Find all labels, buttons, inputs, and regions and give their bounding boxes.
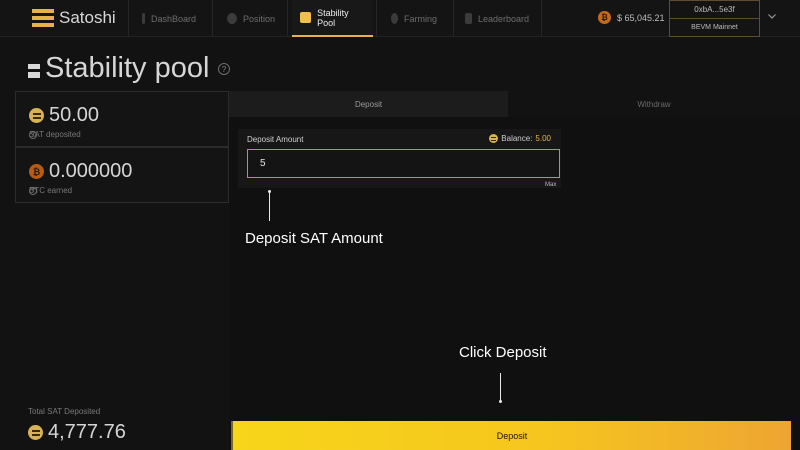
sat-coin-icon — [489, 134, 499, 143]
sat-deposited-card: 50.00 SAT deposited ? — [15, 91, 229, 147]
nav-stability-pool[interactable]: Stability Pool — [292, 0, 373, 37]
total-sat-deposited-label: Total SAT Deposited — [28, 407, 101, 416]
max-button[interactable]: Max — [545, 182, 556, 188]
nav-divider — [541, 0, 542, 37]
nav-divider — [376, 0, 377, 37]
stability-pool-panel: Deposit Withdraw Deposit Amount Balance:… — [229, 91, 800, 450]
balance-display: Balance: 5.00 — [489, 134, 551, 143]
help-icon[interactable]: ? — [218, 63, 230, 75]
nav-dashboard[interactable]: DashBoard — [134, 0, 204, 37]
nav-divider — [128, 0, 129, 37]
stability-pool-title-icon — [28, 64, 40, 78]
btc-price-value: $ 65,045.21 — [617, 12, 665, 23]
deposit-amount-label: Deposit Amount — [247, 135, 304, 144]
wallet-button[interactable]: 0xbA...5e3f BEVM Mainnet — [669, 0, 760, 37]
position-icon — [227, 13, 237, 24]
sat-coin-icon — [28, 425, 43, 440]
nav-farming[interactable]: Farming — [383, 0, 445, 37]
wallet-address[interactable]: 0xbA...5e3f — [670, 1, 759, 19]
btc-price-display: ₿ $ 65,045.21 — [598, 11, 665, 24]
btc-earned-label-row: BTC earned ? — [29, 186, 72, 195]
help-icon[interactable]: ? — [29, 130, 37, 139]
annotation-line — [500, 373, 501, 401]
sat-coin-icon — [29, 108, 44, 123]
annotation-click-deposit: Click Deposit — [459, 344, 547, 361]
balance-label: Balance: — [501, 134, 533, 143]
balance-value: 5.00 — [535, 134, 551, 143]
total-sat-deposited-value: 4,777.76 — [48, 421, 126, 443]
deposit-button[interactable]: Deposit — [231, 421, 791, 450]
tab-withdraw[interactable]: Withdraw — [508, 91, 800, 117]
leaderboard-icon — [465, 13, 472, 24]
annotation-line — [269, 192, 270, 221]
tab-deposit[interactable]: Deposit — [229, 91, 508, 117]
dashboard-icon — [142, 13, 145, 24]
page-title: Stability pool — [45, 52, 210, 84]
stability-pool-icon — [300, 12, 312, 23]
deposit-amount-input[interactable] — [247, 149, 560, 178]
nav-divider — [287, 0, 288, 37]
annotation-dot — [499, 400, 502, 403]
network-label[interactable]: BEVM Mainnet — [670, 19, 759, 36]
nav-divider — [453, 0, 454, 37]
annotation-deposit-amount: Deposit SAT Amount — [245, 230, 383, 247]
btc-earned-value: 0.000000 — [49, 160, 133, 182]
nav-divider — [212, 0, 213, 37]
sat-deposited-label-row: SAT deposited ? — [29, 130, 81, 139]
top-nav: Satoshi DashBoard Position Stability Poo… — [0, 0, 800, 37]
nav-position-label: Position — [242, 13, 275, 24]
btc-earned-card: ₿ 0.000000 BTC earned ? — [15, 147, 229, 203]
deposit-form: Deposit Amount Balance: 5.00 — [238, 129, 561, 188]
sat-deposited-value: 50.00 — [49, 104, 100, 126]
help-icon[interactable]: ? — [29, 186, 37, 195]
satoshi-logo-icon[interactable] — [32, 9, 54, 27]
brand-name[interactable]: Satoshi — [59, 8, 116, 28]
bitcoin-icon: ₿ — [598, 11, 611, 24]
bitcoin-icon: ₿ — [29, 164, 44, 179]
nav-dashboard-label: DashBoard — [150, 13, 196, 24]
sat-deposited-row: 50.00 — [29, 104, 99, 127]
farming-icon — [391, 13, 398, 24]
nav-leaderboard-label: Leaderboard — [477, 13, 529, 24]
total-sat-deposited-row: 4,777.76 — [28, 421, 126, 444]
nav-stability-pool-label: Stability Pool — [317, 7, 349, 28]
nav-farming-label: Farming — [403, 13, 437, 24]
nav-leaderboard[interactable]: Leaderboard — [457, 0, 537, 37]
chevron-down-icon[interactable] — [767, 11, 777, 21]
btc-earned-row: ₿ 0.000000 — [29, 160, 132, 183]
nav-position[interactable]: Position — [219, 0, 283, 37]
